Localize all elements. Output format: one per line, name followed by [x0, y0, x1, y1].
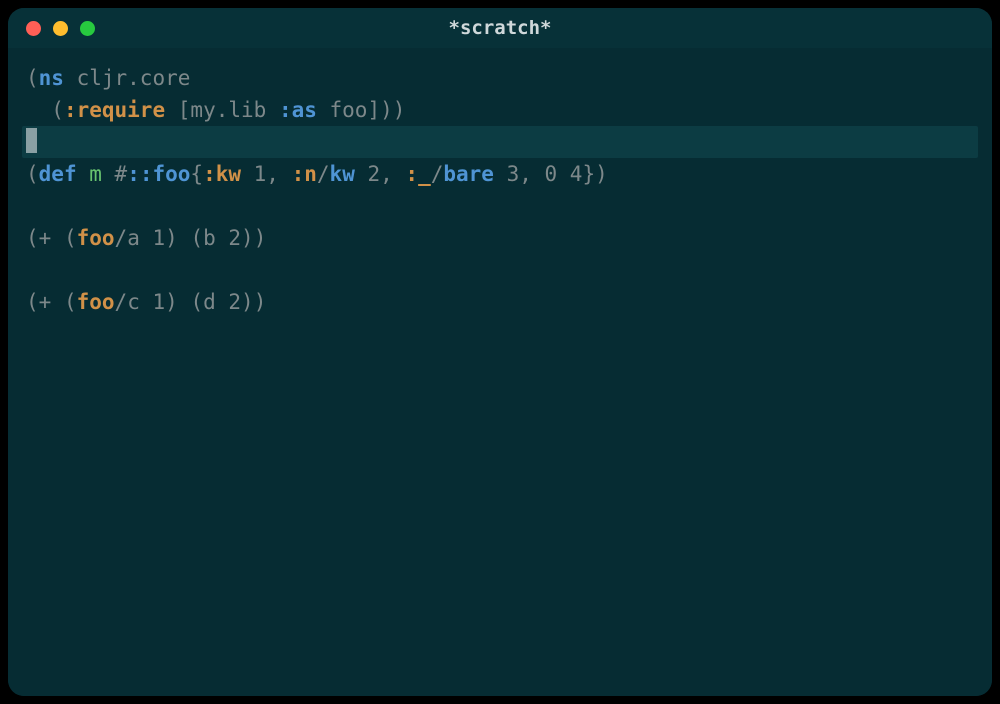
minimize-icon[interactable]	[53, 21, 68, 36]
editor-window: *scratch* (ns cljr.core (:require [my.li…	[8, 8, 992, 696]
code-line[interactable]	[8, 190, 992, 222]
code-line[interactable]: (+ (foo/c 1) (d 2))	[8, 286, 992, 318]
zoom-icon[interactable]	[80, 21, 95, 36]
window-title: *scratch*	[449, 17, 552, 39]
code-line[interactable]	[8, 254, 992, 286]
code-line[interactable]	[22, 126, 978, 158]
code-line[interactable]: (:require [my.lib :as foo]))	[8, 94, 992, 126]
close-icon[interactable]	[26, 21, 41, 36]
code-line[interactable]: (def m #::foo{:kw 1, :n/kw 2, :_/bare 3,…	[8, 158, 992, 190]
text-cursor	[26, 128, 37, 153]
text-editor[interactable]: (ns cljr.core (:require [my.lib :as foo]…	[8, 48, 992, 696]
window-controls	[8, 8, 95, 48]
titlebar: *scratch*	[8, 8, 992, 48]
code-line[interactable]: (+ (foo/a 1) (b 2))	[8, 222, 992, 254]
code-line[interactable]: (ns cljr.core	[8, 62, 992, 94]
